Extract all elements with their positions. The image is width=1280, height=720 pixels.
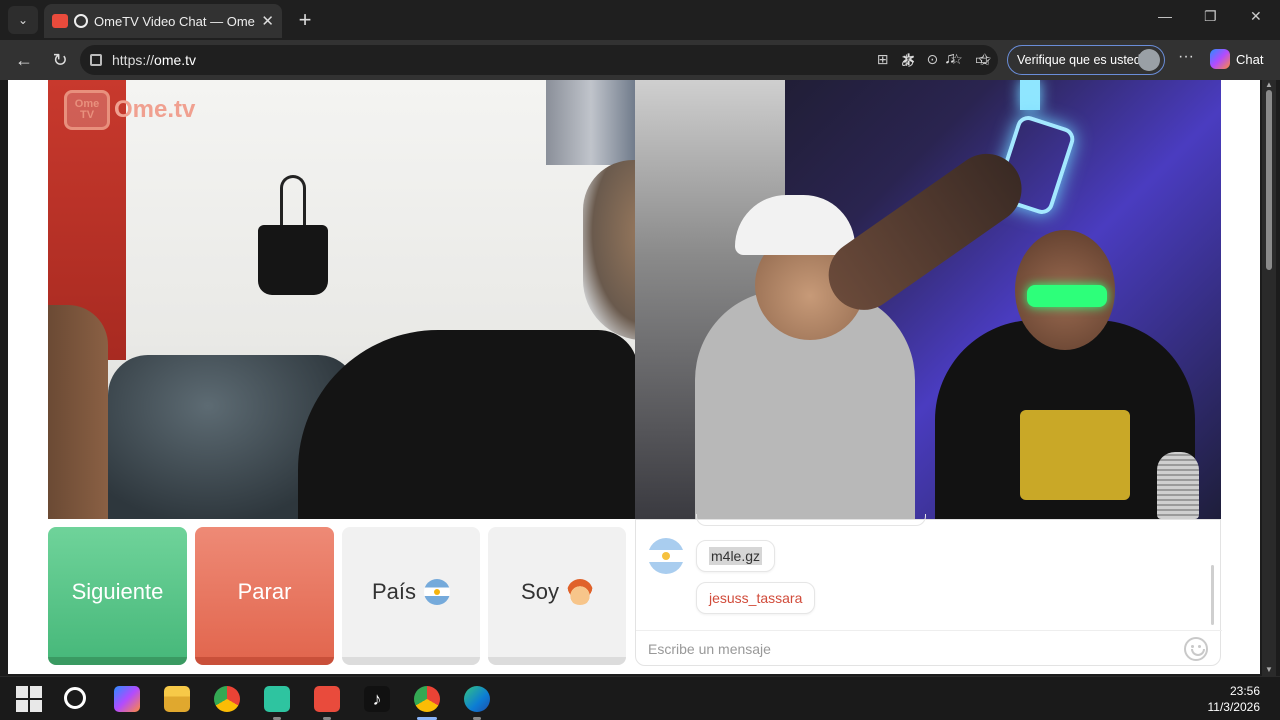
active-tab[interactable]: OmeTV Video Chat — Omegle ✕ <box>44 4 282 38</box>
more-tools-icon[interactable]: ⊙ <box>926 51 938 71</box>
url-prefix: https:// <box>112 52 155 68</box>
close-tab-icon[interactable]: ✕ <box>261 12 274 30</box>
previous-message-bubble <box>696 514 926 526</box>
copilot-icon[interactable] <box>114 686 140 712</box>
chrome-icon[interactable] <box>214 686 240 712</box>
new-tab-button[interactable]: + <box>292 6 318 34</box>
music-icon[interactable]: ♫ <box>944 50 956 68</box>
local-video <box>48 80 635 519</box>
page-scrollbar[interactable]: ▲ ▼ <box>1262 80 1276 676</box>
scrollbar-thumb[interactable] <box>1266 90 1272 270</box>
chrome-profile-icon[interactable] <box>414 686 440 712</box>
tab-title: OmeTV Video Chat — Omegle <box>94 13 256 29</box>
extensions-icon[interactable]: ✲ <box>902 50 915 70</box>
favorites-icon[interactable]: ✩ <box>978 50 991 70</box>
copilot-icon <box>1210 49 1230 69</box>
logo-text: Ome.tv <box>114 96 196 123</box>
scroll-down-icon[interactable]: ▼ <box>1265 665 1273 674</box>
stranger-flag-avatar <box>648 538 684 574</box>
address-bar[interactable]: https://ome.tv ⊞ あ ⊙ ☆ ▭ <box>80 45 998 75</box>
restore-icon[interactable]: ❐ <box>1204 8 1217 25</box>
scroll-up-icon[interactable]: ▲ <box>1265 80 1273 89</box>
clock-time: 23:56 <box>1229 684 1260 698</box>
tab-actions-menu-button[interactable]: ⌄ <box>8 6 38 34</box>
country-button[interactable]: País <box>342 527 480 665</box>
argentina-flag-icon <box>424 579 451 605</box>
tab-bar: ⌄ OmeTV Video Chat — Omegle ✕ + — ❐ ✕ <box>0 0 1280 40</box>
browser-toolbar: ← ↻ https://ome.tv ⊞ あ ⊙ ☆ ▭ ✲ ♫ ✩ Verif… <box>0 40 1280 80</box>
back-icon[interactable]: ← <box>11 48 37 72</box>
ometv-logo-icon: Ome TV <box>64 90 110 130</box>
ometv-logo: Ome TV Ome.tv <box>64 90 195 130</box>
windows-taskbar: ♪ 23:56 11/3/2026 <box>0 676 1280 720</box>
lock-icon <box>90 54 102 66</box>
ometv-favicon-icon <box>52 14 68 28</box>
gender-button[interactable]: Soy <box>488 527 626 665</box>
profile-avatar <box>1138 49 1160 71</box>
loading-icon <box>74 14 88 28</box>
emoji-picker-icon[interactable] <box>1184 637 1208 661</box>
edge-icon[interactable] <box>464 686 490 712</box>
remote-video <box>635 80 1221 519</box>
minimize-icon[interactable]: — <box>1158 8 1172 24</box>
next-button[interactable]: Siguiente <box>48 527 187 665</box>
file-explorer-icon[interactable] <box>164 686 190 712</box>
clock-date: 11/3/2026 <box>1207 700 1261 714</box>
chat-message: jesuss_tassara <box>696 582 816 614</box>
app-available-icon[interactable]: ⊞ <box>877 51 889 71</box>
chat-label: Chat <box>1236 51 1264 67</box>
chat-panel: m4le.gz jesuss_tassara Escribe un mensaj… <box>635 514 1222 667</box>
close-window-icon[interactable]: ✕ <box>1250 8 1262 25</box>
copilot-chat-button[interactable]: Chat <box>1210 49 1263 69</box>
more-options-icon[interactable]: ··· <box>1178 48 1194 66</box>
profile-verify-button[interactable]: Verifique que es usted <box>1007 45 1165 75</box>
tiktok-icon[interactable]: ♪ <box>364 686 390 712</box>
address-bar-icons: ⊞ あ ⊙ ☆ ▭ <box>877 51 988 71</box>
chat-message: m4le.gz <box>696 540 776 572</box>
message-input[interactable]: Escribe un mensaje <box>636 630 1222 667</box>
refresh-icon[interactable]: ↻ <box>47 48 73 72</box>
country-label: País <box>371 579 417 604</box>
gender-label: Soy <box>521 579 559 604</box>
chat-scrollbar[interactable] <box>1211 565 1214 625</box>
system-clock[interactable]: 23:56 11/3/2026 <box>1208 683 1261 715</box>
boy-emoji-icon <box>566 579 593 605</box>
capcut-icon[interactable] <box>264 686 290 712</box>
search-icon[interactable] <box>64 687 86 709</box>
stop-button[interactable]: Parar <box>195 527 334 665</box>
ometv-icon[interactable] <box>314 686 340 712</box>
windows-icon[interactable] <box>16 686 42 712</box>
url-host: ome.tv <box>154 52 197 68</box>
verify-label: Verifique que es usted <box>1017 53 1141 67</box>
chat-message-text: m4le.gz <box>709 547 763 565</box>
